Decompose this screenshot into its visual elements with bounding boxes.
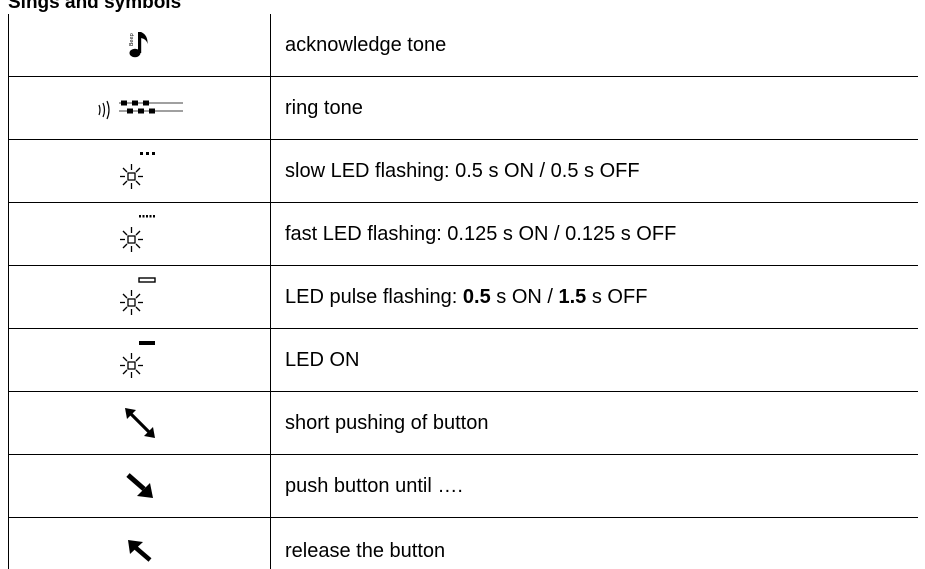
description-cell: short pushing of button (270, 391, 918, 455)
description-cell: push button until …. (270, 454, 918, 518)
table-row: ring tone (8, 76, 918, 140)
symbol-cell (8, 202, 271, 266)
symbol-cell (8, 454, 271, 518)
description-cell: ring tone (270, 76, 918, 140)
ring-tone-icon (95, 96, 185, 120)
svg-text:Beep: Beep (129, 33, 135, 46)
led-pulse-flash-icon (119, 277, 161, 317)
description-cell: acknowledge tone (270, 14, 918, 77)
desc-off-duration: 1.5 (558, 286, 587, 308)
push-arrow-icon (125, 472, 155, 500)
desc-text: s ON / (490, 286, 559, 308)
symbol-cell (8, 391, 271, 455)
table-row: Beep acknowledge tone (8, 14, 918, 77)
led-fast-flash-icon (119, 214, 161, 254)
description-cell: LED ON (270, 328, 918, 392)
table-row: LED pulse flashing: 0.5 s ON / 1.5 s OFF (8, 265, 918, 329)
release-arrow-icon (127, 539, 153, 563)
short-push-arrows-icon (124, 407, 156, 439)
symbol-cell (8, 76, 271, 140)
symbols-table: Beep acknowledge tone ring tone slow LED… (8, 14, 918, 569)
table-row: push button until …. (8, 454, 918, 518)
symbol-cell (8, 517, 271, 569)
table-row: release the button (8, 517, 918, 569)
symbol-cell (8, 139, 271, 203)
table-row: fast LED flashing: 0.125 s ON / 0.125 s … (8, 202, 918, 266)
description-cell: fast LED flashing: 0.125 s ON / 0.125 s … (270, 202, 918, 266)
description-cell: slow LED flashing: 0.5 s ON / 0.5 s OFF (270, 139, 918, 203)
table-row: slow LED flashing: 0.5 s ON / 0.5 s OFF (8, 139, 918, 203)
desc-on-duration: 0.5 (462, 286, 491, 308)
led-slow-flash-icon (119, 151, 161, 191)
description-cell: LED pulse flashing: 0.5 s ON / 1.5 s OFF (270, 265, 918, 329)
symbol-cell (8, 265, 271, 329)
page-heading: Sings and symbols (8, 0, 182, 13)
desc-text: s OFF (586, 286, 648, 308)
table-row: short pushing of button (8, 391, 918, 455)
description-cell: release the button (270, 517, 918, 569)
desc-text: LED pulse flashing: (285, 286, 463, 308)
table-row: LED ON (8, 328, 918, 392)
symbol-cell (8, 328, 271, 392)
symbol-cell: Beep (8, 14, 271, 77)
led-on-icon (119, 340, 161, 380)
beep-note-icon: Beep (129, 31, 151, 59)
